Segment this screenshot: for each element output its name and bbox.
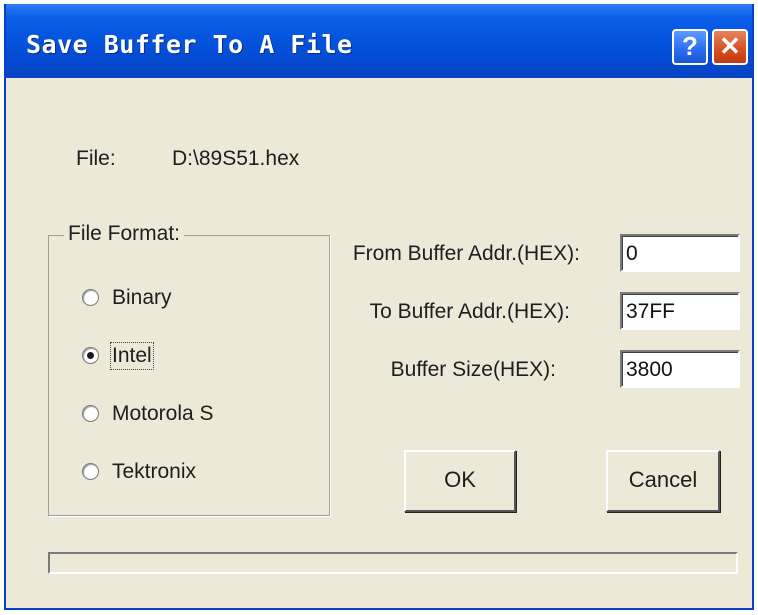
buffer-size-label: Buffer Size(HEX): [390, 358, 556, 381]
to-address-input[interactable]: 37FF [620, 292, 740, 330]
radio-button[interactable] [82, 289, 99, 306]
title-bar[interactable]: Save Buffer To A File ? ✕ [6, 4, 752, 78]
radio-label: Intel [110, 342, 154, 370]
radio-button[interactable] [82, 347, 99, 364]
help-button[interactable]: ? [672, 29, 708, 65]
progress-bar [48, 552, 738, 574]
file-label: File: [76, 147, 116, 170]
radio-label: Binary [112, 286, 172, 309]
save-buffer-dialog: Save Buffer To A File ? ✕ File: D:\89S51… [4, 4, 754, 610]
radio-button[interactable] [82, 463, 99, 480]
radio-button[interactable] [82, 405, 99, 422]
buffer-size-input[interactable]: 3800 [620, 350, 740, 388]
cancel-button[interactable]: Cancel [606, 450, 720, 512]
close-icon: ✕ [719, 31, 741, 61]
help-icon: ? [682, 31, 698, 61]
to-address-label: To Buffer Addr.(HEX): [369, 300, 570, 323]
from-address-label: From Buffer Addr.(HEX): [352, 242, 580, 265]
file-path: D:\89S51.hex [172, 147, 300, 170]
window-title: Save Buffer To A File [26, 30, 353, 59]
from-address-input[interactable]: 0 [620, 234, 740, 272]
radio-label: Motorola S [112, 402, 214, 425]
radio-label: Tektronix [112, 460, 197, 483]
file-format-label: File Format: [64, 222, 185, 246]
ok-button[interactable]: OK [404, 450, 516, 512]
close-button[interactable]: ✕ [712, 29, 748, 65]
